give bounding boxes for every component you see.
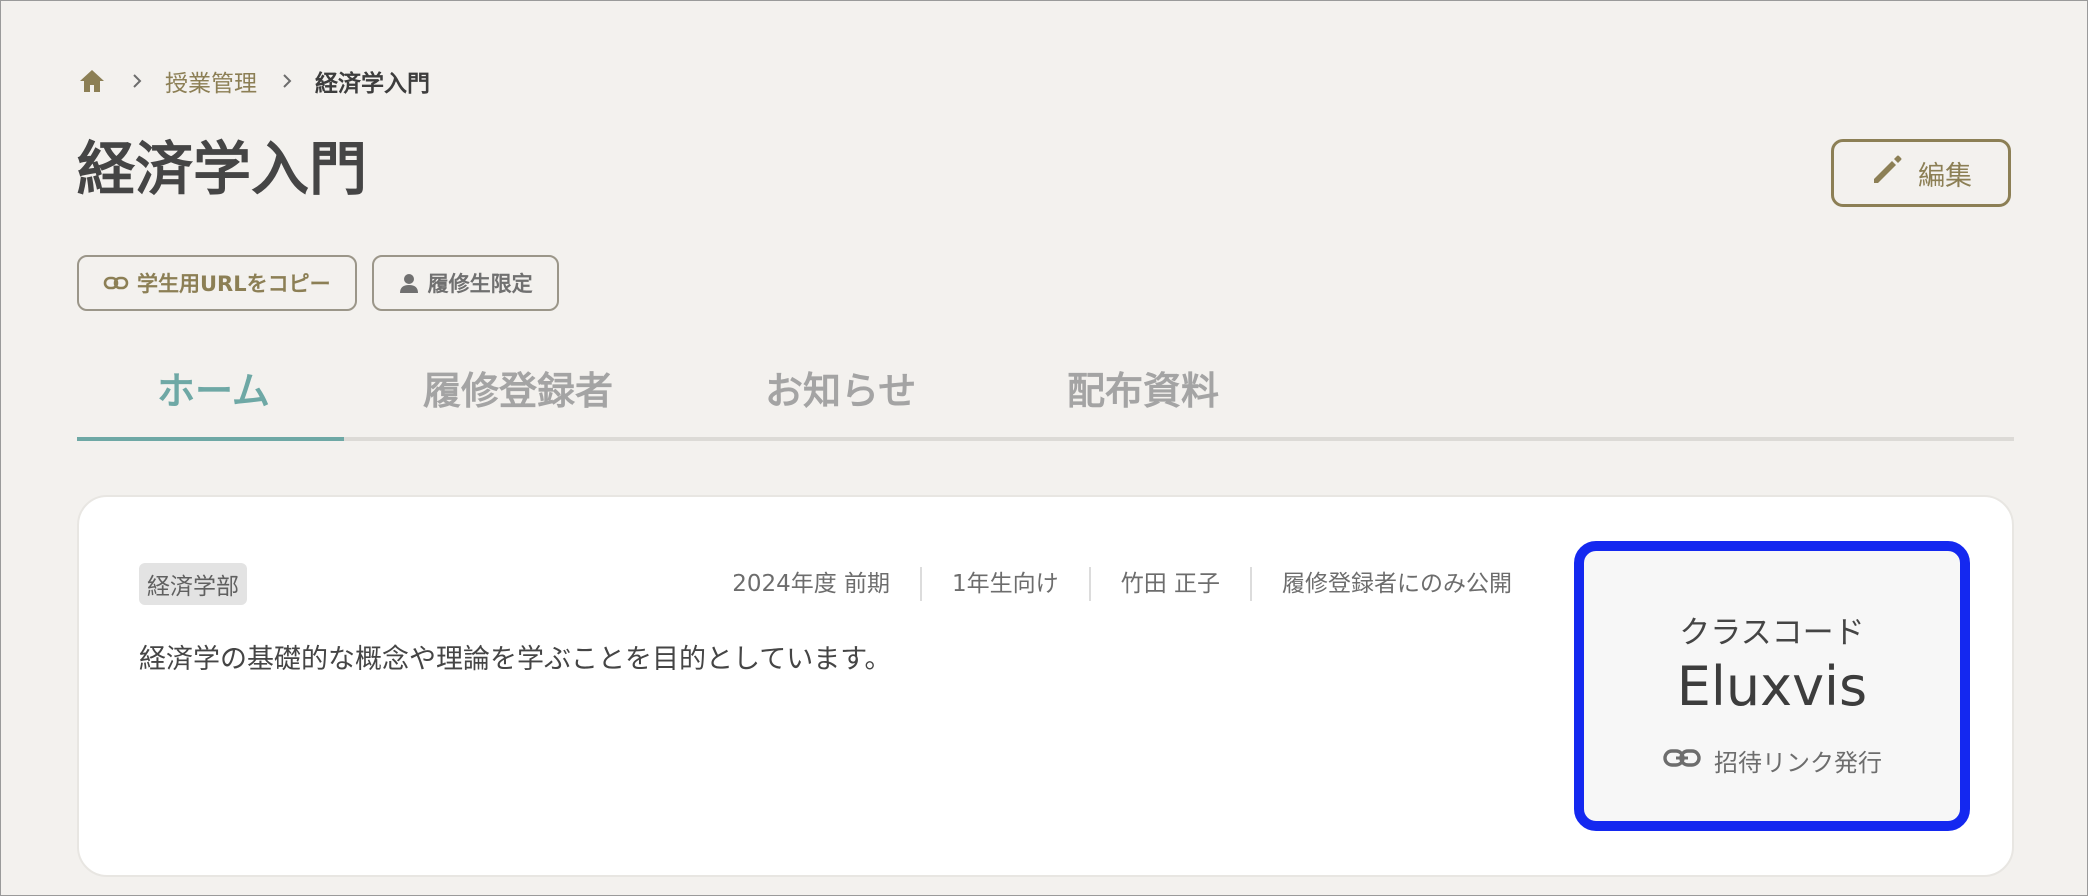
tab-enrolled-students[interactable]: 履修登録者	[423, 361, 613, 421]
chevron-right-icon	[127, 71, 147, 91]
home-icon[interactable]	[77, 66, 107, 96]
breadcrumb: 授業管理 経済学入門	[77, 63, 430, 99]
course-visibility: 履修登録者にのみ公開	[1282, 571, 1512, 597]
tab-handouts[interactable]: 配布資料	[1067, 361, 1219, 421]
edit-button-label: 編集	[1918, 160, 1972, 191]
copy-student-url-label: 学生用URLをコピー	[137, 272, 331, 296]
issue-invite-link-button[interactable]: 招待リンク発行	[1584, 743, 1960, 778]
course-info-card: 経済学部 2024年度 前期 1年生向け 竹田 正子 履修登録者にのみ公開 経済…	[77, 495, 2014, 877]
issue-invite-link-label: 招待リンク発行	[1714, 749, 1882, 777]
course-term: 2024年度 前期	[702, 567, 923, 601]
edit-button[interactable]: 編集	[1831, 139, 2011, 207]
breadcrumb-current: 経済学入門	[315, 71, 430, 97]
course-meta: 2024年度 前期 1年生向け 竹田 正子 履修登録者にのみ公開	[702, 563, 1512, 605]
class-code-box: クラスコード Eluxvis 招待リンク発行	[1574, 541, 1970, 831]
tab-bar: ホーム 履修登録者 お知らせ 配布資料	[77, 351, 2014, 441]
course-description: 経済学の基礎的な概念や理論を学ぶことを目的としています。	[139, 644, 892, 675]
pencil-icon	[1870, 153, 1904, 194]
breadcrumb-link-course-management[interactable]: 授業管理	[165, 64, 257, 98]
enrolled-only-badge: 履修生限定	[371, 255, 559, 311]
tab-announcements[interactable]: お知らせ	[765, 361, 916, 421]
action-chips: 学生用URLをコピー 履修生限定	[77, 255, 559, 311]
page-title: 経済学入門	[77, 135, 368, 203]
person-icon	[398, 272, 420, 294]
class-code-value: Eluxvis	[1676, 655, 1868, 718]
department-badge: 経済学部	[139, 563, 247, 605]
tab-home[interactable]: ホーム	[157, 361, 270, 421]
active-tab-indicator	[77, 437, 344, 441]
link-icon	[1662, 746, 1702, 776]
course-audience: 1年生向け	[922, 567, 1091, 601]
class-code-label: クラスコード	[1679, 615, 1865, 651]
course-instructor: 竹田 正子	[1091, 567, 1252, 601]
link-icon	[103, 275, 129, 291]
copy-student-url-button[interactable]: 学生用URLをコピー	[77, 255, 357, 311]
enrolled-only-label: 履修生限定	[427, 272, 533, 296]
chevron-right-icon	[277, 71, 297, 91]
